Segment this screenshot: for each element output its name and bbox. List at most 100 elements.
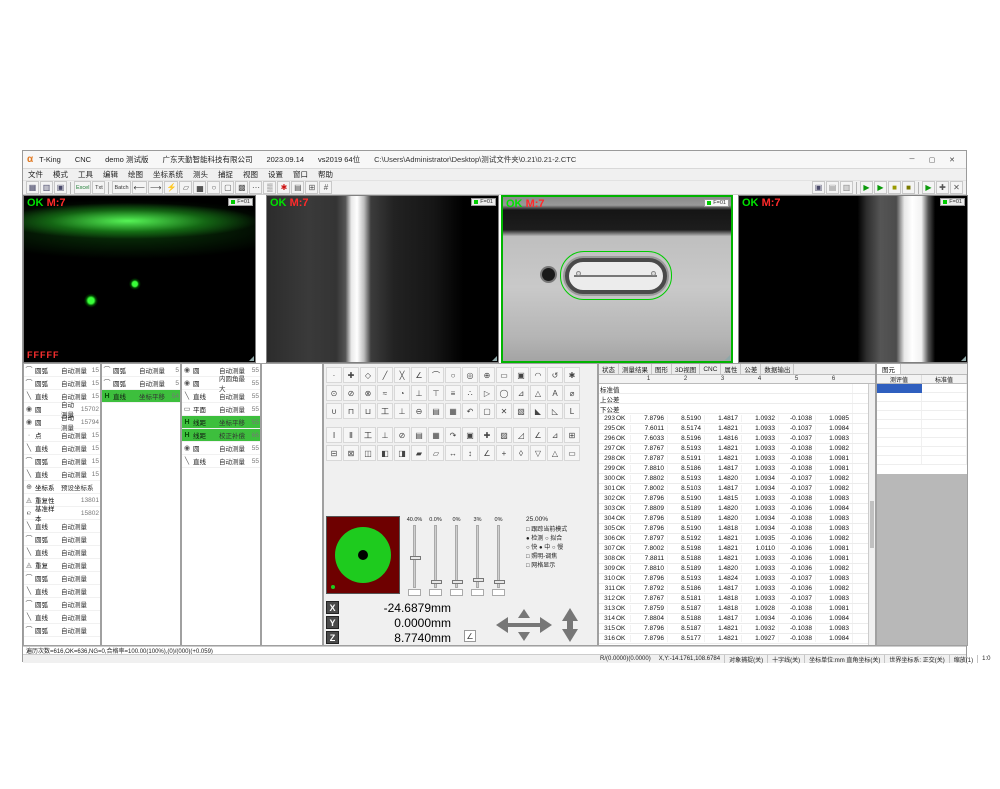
feature-row[interactable]: ◉圆自动测量55 (182, 442, 260, 455)
grid2-icon[interactable]: ▤ (291, 181, 304, 194)
tool-icon[interactable]: ⊤ (428, 385, 444, 401)
menu-item-5[interactable]: 绘图 (128, 169, 143, 180)
tool-icon[interactable]: A (547, 385, 563, 401)
table-row[interactable]: 302OK7.87968.51901.48151.0933-0.10381.09… (599, 494, 868, 504)
menu-item-3[interactable]: 工具 (78, 169, 93, 180)
tool-icon[interactable]: ⊥ (411, 385, 427, 401)
element-row[interactable] (877, 402, 967, 411)
x-axis-button[interactable]: X (326, 601, 339, 614)
tool-icon[interactable]: ▣ (462, 427, 478, 443)
tool-icon[interactable]: ◧ (377, 445, 393, 461)
menu-item-1[interactable]: 文件 (28, 169, 43, 180)
tool-icon[interactable]: ⊔ (360, 403, 376, 419)
tool-icon[interactable]: ▢ (479, 403, 495, 419)
z-move-control[interactable] (562, 608, 578, 642)
pause-button[interactable]: ■ (888, 181, 901, 194)
tool-icon[interactable]: ▰ (411, 445, 427, 461)
slider-thumb[interactable] (494, 580, 505, 584)
table-tab-1[interactable]: 状态 (599, 364, 619, 374)
camera-view-2[interactable]: OK M:7 F=01 (266, 195, 499, 363)
close-button[interactable]: ✕ (942, 153, 962, 167)
run-single-button[interactable]: ▶ (874, 181, 887, 194)
tool-icon[interactable]: ⌒ (428, 367, 444, 383)
z-down-icon[interactable] (562, 629, 578, 642)
rect-tool-icon[interactable]: ▢ (221, 181, 234, 194)
stop-button[interactable]: ■ (902, 181, 915, 194)
tool-icon[interactable]: ⊘ (343, 385, 359, 401)
feature-row[interactable]: ⌒圆弧自动测量15 (24, 377, 100, 390)
camera-toolbar-2[interactable]: F=01 (471, 198, 496, 206)
feature-row[interactable]: ╲直线自动测量 (24, 611, 100, 624)
tool-icon[interactable]: ╳ (394, 367, 410, 383)
feature-row[interactable]: ⊕坐标系预设坐标系 (24, 481, 100, 494)
table-tab-5[interactable]: CNC (700, 364, 721, 374)
y-axis-button[interactable]: Y (326, 616, 339, 629)
table-row[interactable]: 316OK7.87968.51771.48211.0927-0.10381.09… (599, 634, 868, 644)
z-up-icon[interactable] (562, 608, 578, 621)
tool-icon[interactable]: ▽ (530, 445, 546, 461)
tool-icon[interactable]: ◣ (530, 403, 546, 419)
tool-icon[interactable]: ↺ (547, 367, 563, 383)
scrollbar-thumb[interactable] (870, 501, 874, 548)
tool-icon[interactable]: ⊕ (479, 367, 495, 383)
table-row[interactable]: 296OK7.60338.51961.48161.0933-0.10371.09… (599, 434, 868, 444)
table-row[interactable]: 295OK7.60118.51741.48211.0933-0.10371.09… (599, 424, 868, 434)
table-row[interactable]: 308OK7.88118.51881.48211.0933-0.10361.09… (599, 554, 868, 564)
circle-tool-icon[interactable]: ○ (207, 181, 220, 194)
feature-row[interactable]: ⌒圆弧自动测量 (24, 533, 100, 546)
feature-list-3[interactable]: ◉圆自动测量55◉圆内圆角最大55╲直线自动测量55▭平面自动测量55H线距坐标… (181, 363, 261, 646)
feature-row[interactable]: ·点自动测量15 (24, 429, 100, 442)
selected-cell[interactable] (877, 384, 922, 393)
element-row[interactable] (877, 393, 967, 402)
tool-icon[interactable]: ▦ (445, 403, 461, 419)
tool-icon[interactable]: ↔ (445, 445, 461, 461)
pattern-icon[interactable]: ▩ (235, 181, 248, 194)
pan-up-icon[interactable] (518, 609, 530, 618)
menu-item-9[interactable]: 视图 (243, 169, 258, 180)
tool-icon[interactable]: ◎ (462, 367, 478, 383)
table-special-row[interactable]: 标准值 (599, 384, 868, 394)
tool-icon[interactable]: ∴ (462, 385, 478, 401)
slider-track[interactable] (413, 525, 416, 588)
tools-icon[interactable]: ✚ (936, 181, 949, 194)
tool-icon[interactable]: ⊙ (326, 385, 342, 401)
feature-list-2[interactable]: ⌒圆弧自动测量5⌒圆弧自动测量5H直线坐标平移54 (101, 363, 181, 646)
feature-row[interactable]: ◉圆自动测量15794 (24, 416, 100, 429)
table-row[interactable]: 314OK7.88048.51881.48171.0934-0.10361.09… (599, 614, 868, 624)
slider-track[interactable] (455, 525, 458, 588)
tool-icon[interactable]: ↷ (445, 427, 461, 443)
tool-icon[interactable]: + (496, 445, 512, 461)
dots-icon[interactable]: ⋯ (249, 181, 262, 194)
feature-row[interactable]: ╲直线自动测量 (24, 585, 100, 598)
option-line-2[interactable]: ● 检测 ○ 拟合 (526, 533, 597, 542)
element-row[interactable] (877, 438, 967, 447)
arrow-left-icon[interactable]: ⟵ (132, 181, 147, 194)
new-window-icon[interactable]: ▥ (840, 181, 853, 194)
tool-icon[interactable]: ≈ (377, 385, 393, 401)
status-segment-2[interactable]: 十字线(关) (767, 655, 804, 663)
table-row[interactable]: 315OK7.87968.51871.48211.0932-0.10381.09… (599, 624, 868, 634)
feature-row[interactable]: ⌒圆弧自动测量 (24, 624, 100, 637)
slider-track[interactable] (497, 525, 500, 588)
tool-icon[interactable]: ◫ (360, 445, 376, 461)
feature-row[interactable]: ⌒圆弧自动测量15 (24, 455, 100, 468)
table-row[interactable]: 305OK7.87968.51901.48181.0934-0.10381.09… (599, 524, 868, 534)
tool-icon[interactable]: ✕ (496, 403, 512, 419)
menu-item-8[interactable]: 捕捉 (218, 169, 233, 180)
table-scrollbar[interactable] (868, 384, 875, 645)
open-folder-icon[interactable]: ▤ (826, 181, 839, 194)
feature-row[interactable]: ⌒圆弧自动测量5 (102, 364, 180, 377)
hash-icon[interactable]: # (319, 181, 332, 194)
tool-icon[interactable]: · (326, 367, 342, 383)
table-row[interactable]: 309OK7.88108.51891.48201.0933-0.10361.09… (599, 564, 868, 574)
tool-icon[interactable]: ✚ (343, 367, 359, 383)
feature-row[interactable]: ◬重复自动测量 (24, 559, 100, 572)
tool-icon[interactable]: ✚ (479, 427, 495, 443)
tool-icon[interactable]: ◯ (496, 385, 512, 401)
element-row[interactable] (877, 447, 967, 456)
play-button[interactable]: ▶ (922, 181, 935, 194)
arrow-right-icon[interactable]: ⟶ (148, 181, 163, 194)
feature-row[interactable]: ⌒圆弧自动测量 (24, 572, 100, 585)
table-row[interactable]: 304OK7.87968.51891.48201.0934-0.10381.09… (599, 514, 868, 524)
status-segment-3[interactable]: 坐标单位:mm 直角坐标(关) (804, 655, 884, 663)
